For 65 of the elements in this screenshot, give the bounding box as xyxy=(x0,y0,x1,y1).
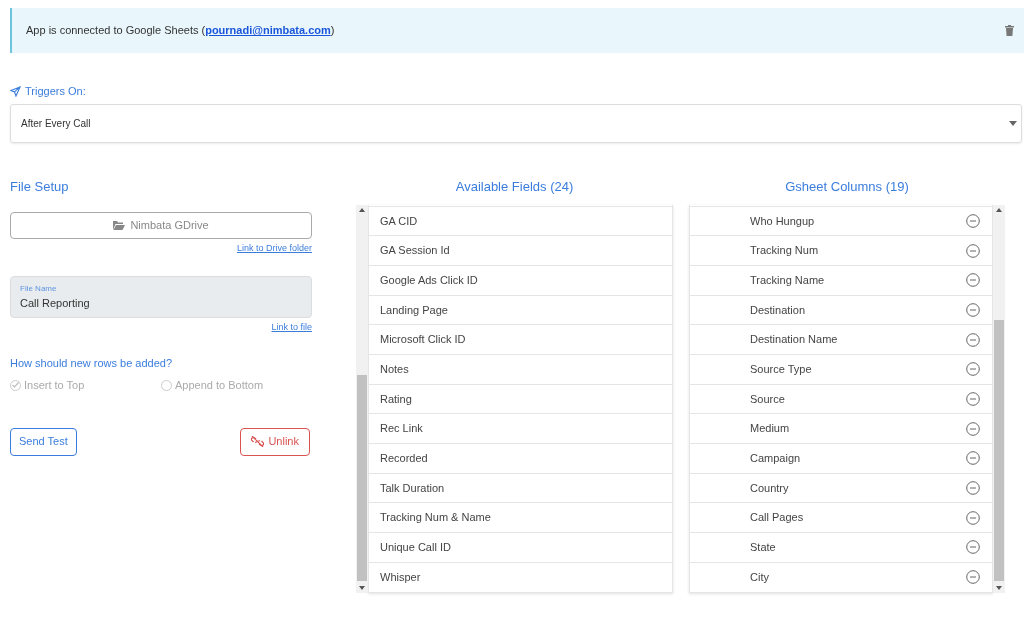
column-item[interactable]: Call Pages xyxy=(750,509,804,526)
drive-folder-link[interactable]: Link to Drive folder xyxy=(236,242,312,253)
column-item[interactable]: City xyxy=(750,568,769,586)
column-item[interactable]: Destination Name xyxy=(750,331,838,348)
field-item[interactable]: Microsoft Click ID xyxy=(369,324,672,354)
triggers-label: Triggers On: xyxy=(25,84,86,99)
rows-question: How should new rows be added? xyxy=(10,355,174,371)
trash-icon[interactable] xyxy=(1005,25,1014,36)
field-item[interactable]: GA Session Id xyxy=(369,235,672,265)
remove-icon[interactable] xyxy=(966,332,980,347)
drive-button[interactable]: Nimbata GDrive xyxy=(10,211,312,239)
send-test-button[interactable]: Send Test xyxy=(10,427,77,456)
field-item[interactable]: Rating xyxy=(369,383,672,414)
column-item[interactable]: Country xyxy=(750,479,789,497)
remove-icon[interactable] xyxy=(966,273,980,288)
alert-message: App is connected to Google Sheets (pournadi@nimbata.com) xyxy=(26,23,335,39)
gsheet-columns-heading: Gsheet Columns (19) xyxy=(784,177,910,196)
file-link[interactable]: Link to file xyxy=(271,322,312,332)
field-item[interactable]: Talk Duration xyxy=(369,472,672,503)
file-setup-heading: File Setup xyxy=(10,177,70,196)
column-item[interactable]: Who Hungup xyxy=(750,212,815,230)
remove-icon[interactable] xyxy=(966,391,980,406)
email-link[interactable]: pournadi@nimbata.com xyxy=(205,24,331,37)
paper-plane-icon xyxy=(10,85,21,97)
remove-icon[interactable] xyxy=(966,421,980,436)
file-name-field[interactable]: File Name Call Reporting xyxy=(10,276,312,318)
field-item[interactable]: Landing Page xyxy=(369,294,672,325)
folder-icon xyxy=(113,220,126,230)
remove-icon[interactable] xyxy=(966,451,980,466)
remove-icon[interactable] xyxy=(966,510,980,525)
field-item[interactable]: Google Ads Click ID xyxy=(369,264,672,295)
scroll-down-icon[interactable] xyxy=(996,585,1002,590)
field-item[interactable]: Recorded xyxy=(369,443,672,473)
field-item[interactable]: Rec Link xyxy=(369,413,672,443)
scroll-down-icon[interactable] xyxy=(359,585,365,590)
field-item[interactable]: Whisper xyxy=(369,561,672,592)
remove-icon[interactable] xyxy=(966,213,980,228)
field-item[interactable]: GA CID xyxy=(369,205,672,236)
field-item[interactable]: Tracking Num & Name xyxy=(369,502,672,533)
column-item[interactable]: Source xyxy=(750,390,785,408)
remove-icon[interactable] xyxy=(966,570,980,585)
trigger-select[interactable]: After Every Call xyxy=(10,103,1022,143)
remove-icon[interactable] xyxy=(966,481,980,496)
field-item[interactable]: Notes xyxy=(369,353,672,384)
check-icon xyxy=(12,382,19,389)
scroll-up-icon[interactable] xyxy=(359,207,365,212)
column-item[interactable]: Tracking Num xyxy=(750,242,819,259)
remove-icon[interactable] xyxy=(966,540,980,555)
remove-icon[interactable] xyxy=(966,362,980,377)
scrollbar[interactable] xyxy=(356,204,368,593)
remove-icon[interactable] xyxy=(966,302,980,317)
column-item[interactable]: Tracking Name xyxy=(750,271,825,289)
column-item[interactable]: Source Type xyxy=(750,361,812,378)
scroll-up-icon[interactable] xyxy=(996,207,1002,212)
column-item[interactable]: Campaign xyxy=(750,450,801,467)
remove-icon[interactable] xyxy=(966,243,980,258)
unlink-button[interactable]: Unlink xyxy=(240,427,310,456)
scrollbar[interactable] xyxy=(993,204,1005,593)
caret-icon xyxy=(1009,120,1017,126)
column-item[interactable]: State xyxy=(750,539,776,556)
field-item[interactable]: Unique Call ID xyxy=(369,532,672,562)
broken-link-icon xyxy=(251,436,265,447)
column-item[interactable]: Destination xyxy=(750,301,806,319)
column-item[interactable]: Medium xyxy=(750,420,790,437)
available-fields-heading: Available Fields (24) xyxy=(454,177,575,196)
